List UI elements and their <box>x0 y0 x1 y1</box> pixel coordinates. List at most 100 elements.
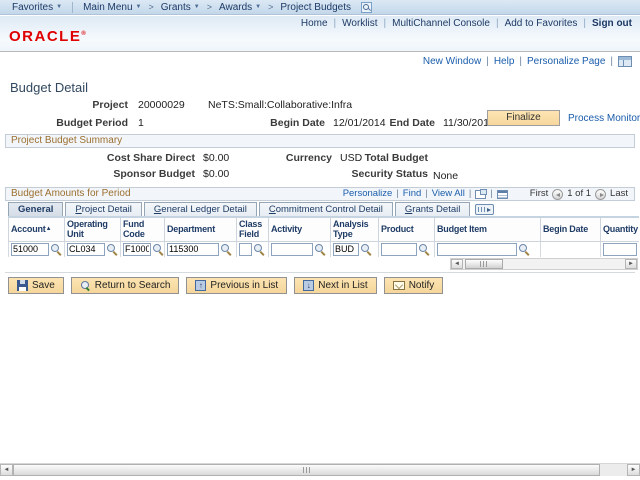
home-link[interactable]: Home <box>301 18 328 29</box>
col-quantity-label: Quantity <box>603 224 638 234</box>
previous-row-icon[interactable] <box>552 189 563 200</box>
previous-in-list-label: Previous in List <box>210 280 278 291</box>
next-row-icon[interactable] <box>595 189 606 200</box>
favorites-menu[interactable]: Favorites ▼ <box>6 2 68 13</box>
quantity-input[interactable] <box>603 243 637 256</box>
save-icon <box>17 280 28 291</box>
process-monitor-link[interactable]: Process Monitor <box>568 113 640 124</box>
analysis-type-lookup-icon[interactable] <box>361 244 372 255</box>
page-link-bar: New Window | Help | Personalize Page | <box>423 56 632 67</box>
breadcrumb-grants[interactable]: Grants ▼ <box>155 2 206 13</box>
activity-input[interactable] <box>271 243 313 256</box>
col-activity-label: Activity <box>271 224 302 234</box>
budget-period-value: 1 <box>138 117 144 129</box>
account-input[interactable] <box>11 243 49 256</box>
grid-horizontal-scrollbar[interactable]: ◄ ► <box>450 258 638 270</box>
class-field-input[interactable] <box>239 243 252 256</box>
class-field-lookup-icon[interactable] <box>254 244 265 255</box>
quantity-cell <box>601 241 640 257</box>
save-label: Save <box>32 280 55 291</box>
col-operating-unit[interactable]: Operating Unit <box>65 217 121 241</box>
col-department-label: Department <box>167 224 215 234</box>
notify-button[interactable]: Notify <box>384 277 444 294</box>
col-fund-code[interactable]: Fund Code <box>121 217 165 241</box>
budget-amounts-header: Budget Amounts for Period Personalize | … <box>5 187 635 201</box>
separator: | <box>469 188 471 200</box>
download-grid-icon[interactable] <box>497 190 508 199</box>
col-class-field-label: Class Field <box>239 219 262 239</box>
operating-unit-lookup-icon[interactable] <box>107 244 118 255</box>
product-lookup-icon[interactable] <box>419 244 430 255</box>
activity-lookup-icon[interactable] <box>315 244 326 255</box>
utility-links: Home | Worklist | MultiChannel Console |… <box>301 18 632 29</box>
tab-grants-detail[interactable]: Grants Detail <box>395 202 470 216</box>
zoom-grid-icon[interactable] <box>475 190 486 199</box>
breadcrumb-search-icon[interactable] <box>361 2 372 13</box>
col-department[interactable]: Department <box>165 217 237 241</box>
show-all-columns-icon[interactable] <box>475 204 494 215</box>
operating-unit-input[interactable] <box>67 243 105 256</box>
department-input[interactable] <box>167 243 219 256</box>
tab-general[interactable]: General <box>8 202 63 216</box>
help-link[interactable]: Help <box>494 56 515 67</box>
find-link[interactable]: Find <box>403 188 421 200</box>
product-input[interactable] <box>381 243 417 256</box>
grid-data-row <box>9 241 640 257</box>
scroll-left-icon[interactable]: ◄ <box>0 464 13 476</box>
project-label: Project <box>58 99 128 111</box>
page-layout-icon[interactable] <box>618 56 632 67</box>
main-menu[interactable]: Main Menu ▼ <box>77 2 147 13</box>
personalize-page-link[interactable]: Personalize Page <box>527 56 605 67</box>
view-all-link[interactable]: View All <box>432 188 465 200</box>
next-in-list-label: Next in List <box>318 280 367 291</box>
tab-commitment-control-detail[interactable]: Commitment Control Detail <box>259 202 393 216</box>
previous-in-list-button[interactable]: ↑ Previous in List <box>186 277 287 294</box>
multichannel-console-link[interactable]: MultiChannel Console <box>392 18 490 29</box>
col-quantity[interactable]: Quantity <box>601 217 640 241</box>
tab-general-ledger-detail[interactable]: General Ledger Detail <box>144 202 257 216</box>
page-scrollbar-thumb[interactable] <box>13 464 600 476</box>
col-account[interactable]: Account▲ <box>9 217 65 241</box>
page-horizontal-scrollbar[interactable]: ◄ ► <box>0 463 640 476</box>
fund-code-lookup-icon[interactable] <box>153 244 164 255</box>
account-lookup-icon[interactable] <box>51 244 62 255</box>
breadcrumb-project-budgets[interactable]: Project Budgets <box>274 2 357 13</box>
col-budget-item[interactable]: Budget Item <box>435 217 541 241</box>
analysis-type-cell <box>331 241 379 257</box>
col-analysis-type[interactable]: Analysis Type <box>331 217 379 241</box>
analysis-type-input[interactable] <box>333 243 359 256</box>
col-begin-date[interactable]: Begin Date <box>541 217 601 241</box>
department-lookup-icon[interactable] <box>221 244 232 255</box>
finalize-button[interactable]: Finalize <box>487 110 560 126</box>
breadcrumb-awards[interactable]: Awards ▼ <box>213 2 267 13</box>
next-in-list-button[interactable]: ↓ Next in List <box>294 277 376 294</box>
sign-out-link[interactable]: Sign out <box>592 18 632 29</box>
add-to-favorites-link[interactable]: Add to Favorites <box>505 18 578 29</box>
chevron-down-icon: ▼ <box>194 4 200 10</box>
return-to-search-button[interactable]: Return to Search <box>71 277 180 294</box>
worklist-link[interactable]: Worklist <box>342 18 377 29</box>
tab-project-detail[interactable]: Project Detail <box>65 202 142 216</box>
grants-label: Grants <box>161 2 191 13</box>
scroll-right-icon[interactable]: ► <box>625 259 637 269</box>
budget-item-input[interactable] <box>437 243 517 256</box>
col-class-field[interactable]: Class Field <box>237 217 269 241</box>
col-operating-unit-label: Operating Unit <box>67 219 108 239</box>
save-button[interactable]: Save <box>8 277 64 294</box>
scroll-left-icon[interactable]: ◄ <box>451 259 463 269</box>
budget-item-lookup-icon[interactable] <box>519 244 530 255</box>
grid-scrollbar-thumb[interactable] <box>465 259 503 269</box>
personalize-link[interactable]: Personalize <box>343 188 393 200</box>
sponsor-budget-value: $0.00 <box>203 168 229 180</box>
breadcrumb-separator: > <box>206 2 213 12</box>
sponsor-budget-label: Sponsor Budget <box>88 168 195 180</box>
new-window-link[interactable]: New Window <box>423 56 481 67</box>
col-activity[interactable]: Activity <box>269 217 331 241</box>
project-budget-summary-title: Project Budget Summary <box>11 135 122 146</box>
scroll-right-icon[interactable]: ► <box>627 464 640 476</box>
tab-grants-detail-label: Grants Detail <box>405 204 460 215</box>
grid-header-row: Account▲ Operating Unit Fund Code Depart… <box>9 217 640 241</box>
col-product[interactable]: Product <box>379 217 435 241</box>
fund-code-input[interactable] <box>123 243 151 256</box>
separator: | <box>425 188 427 200</box>
